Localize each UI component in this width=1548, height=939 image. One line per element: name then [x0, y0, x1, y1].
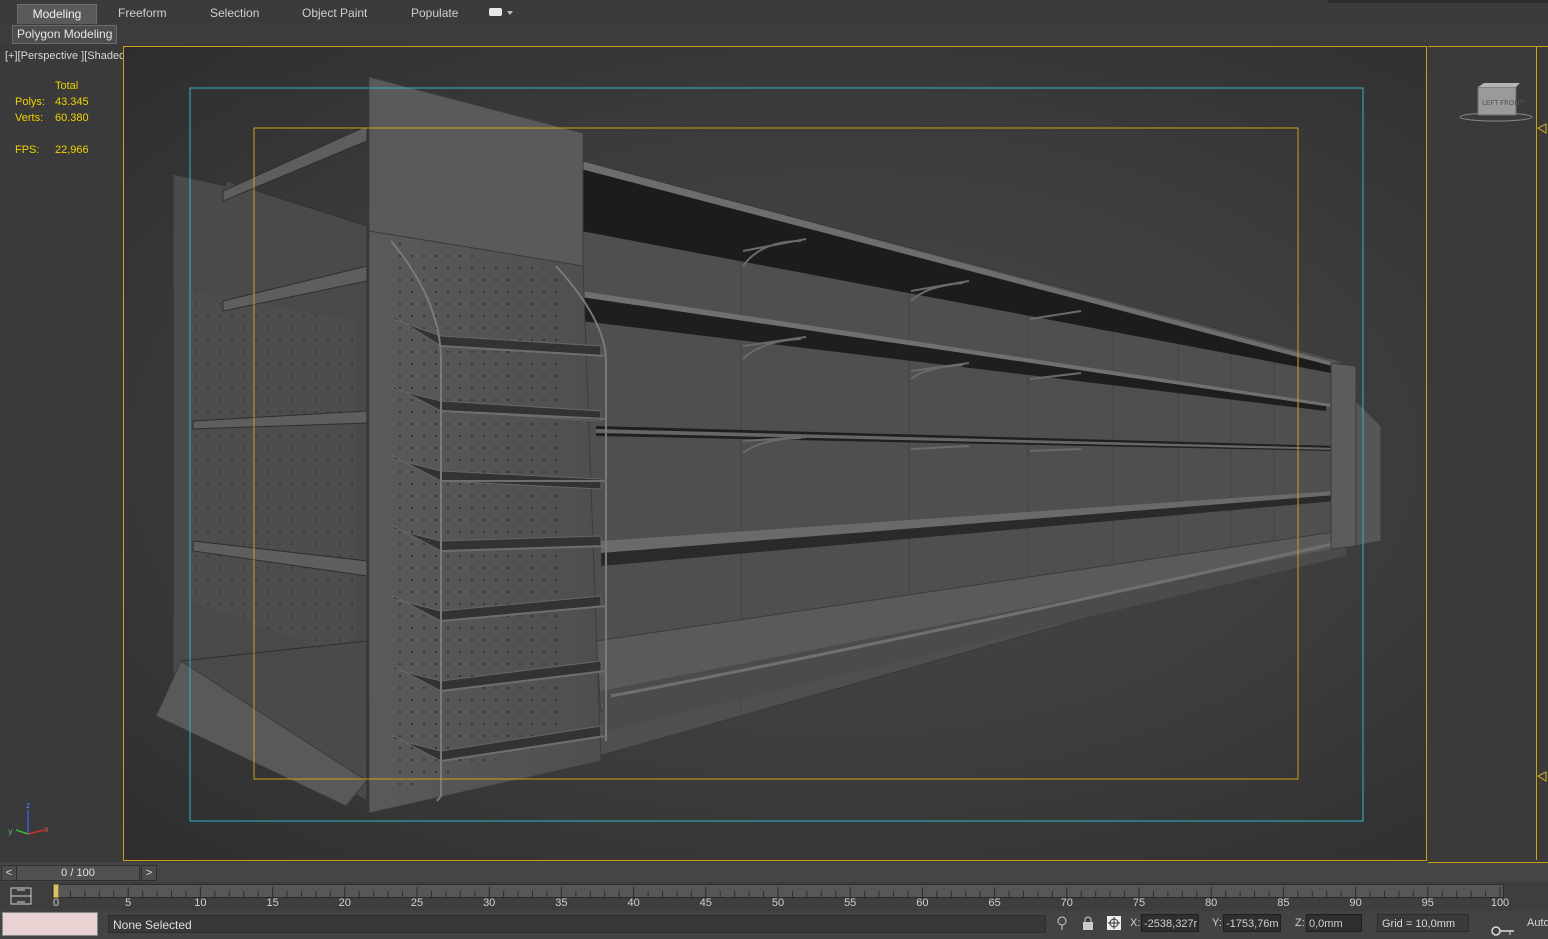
range-marker-bottom-icon [1536, 771, 1547, 782]
stats-polys-value: 43.345 [55, 96, 89, 108]
svg-text:FRONT: FRONT [1500, 99, 1525, 107]
ruler-tick-label: 60 [916, 897, 929, 909]
time-slider: < 0 / 100 > [0, 863, 1548, 881]
ribbon-sub-panel: Polygon Modeling [0, 24, 1548, 44]
stats-verts-label: Verts: [15, 112, 44, 124]
svg-text:LEFT: LEFT [1482, 99, 1499, 107]
ruler-tick-label: 0 [52, 897, 60, 909]
ruler-tick-label: 70 [1060, 897, 1073, 909]
stats-polys-label: Polys: [15, 96, 45, 108]
z-coord-label: Z: [1295, 917, 1305, 929]
curve-editor-icon[interactable] [9, 886, 33, 906]
y-coord-label: Y: [1212, 917, 1222, 929]
ruler-tick-label: 65 [988, 897, 1001, 909]
ruler-tick-label: 90 [1349, 897, 1362, 909]
ruler-tick-label: 25 [410, 897, 424, 909]
viewport-label: [+][Perspective ][Shaded ] [5, 50, 131, 62]
x-coord-label: X: [1130, 917, 1141, 929]
stats-verts-value: 60.380 [55, 112, 89, 124]
track-bar: 0 5 10 15 20 25 30 35 40 45 50 55 60 65 70 75 80 85 90 95 10… [0, 882, 1548, 911]
ruler-tick-label: 45 [699, 897, 712, 909]
svg-text:x: x [44, 825, 49, 834]
viewport-border-line [1536, 47, 1537, 860]
viewcube-icon[interactable]: LEFT FRONT [1458, 81, 1534, 123]
tab-modeling[interactable]: Modeling [17, 4, 97, 24]
axis-tripod-icon: z x y [8, 801, 49, 836]
shelf-model-render [155, 76, 1382, 822]
time-slider-thumb[interactable]: 0 / 100 [16, 865, 140, 881]
stats-fps-label: FPS: [15, 144, 40, 156]
viewport-right-strip: LEFT FRONT [1428, 46, 1548, 863]
ribbon-options-dropdown[interactable] [489, 8, 513, 18]
stats-total-label: Total [55, 80, 79, 92]
time-slider-prev-button[interactable]: < [1, 865, 17, 881]
lock-icon[interactable] [1080, 915, 1096, 931]
ruler-tick-label: 75 [1132, 897, 1146, 909]
x-coord-field[interactable]: -2538,327r [1141, 914, 1199, 932]
ruler-tick-label: 10 [194, 897, 207, 909]
range-marker-top-icon [1536, 123, 1547, 134]
ruler-tick-label: 80 [1205, 897, 1218, 909]
tab-object-paint[interactable]: Object Paint [294, 4, 375, 23]
z-coord-field[interactable]: 0,0mm [1306, 914, 1362, 932]
tab-selection[interactable]: Selection [202, 4, 267, 23]
key-icon[interactable] [1490, 925, 1516, 937]
absolute-mode-icon[interactable] [1106, 915, 1122, 931]
tab-freeform[interactable]: Freeform [110, 4, 175, 23]
ribbon-tabs: Modeling Freeform Selection Object Paint… [0, 0, 1548, 25]
ribbon-top-edge [1328, 0, 1548, 3]
viewport-menu-plus[interactable]: [+] [5, 50, 18, 62]
svg-text:y: y [8, 827, 13, 836]
auto-key-button[interactable]: Auto [1527, 917, 1548, 929]
track-bar-playhead[interactable] [53, 884, 59, 898]
isolate-selection-icon[interactable] [1054, 915, 1070, 931]
ruler-tick-label: 35 [555, 897, 568, 909]
grid-size-display: Grid = 10,0mm [1377, 914, 1469, 932]
ruler-tick-label: 55 [844, 897, 857, 909]
ruler-tick-label: 50 [771, 897, 785, 909]
ruler-tick-label: 95 [1421, 897, 1434, 909]
tab-populate[interactable]: Populate [403, 4, 466, 23]
track-bar-ruler[interactable]: 0 5 10 15 20 25 30 35 40 45 50 55 60 65 70 75 80 85 90 95 10… [52, 882, 1509, 911]
ruler-tick-label: 15 [266, 897, 279, 909]
y-coord-field[interactable]: -1753,76m [1223, 914, 1281, 932]
ribbon-options-icon [489, 8, 502, 16]
selection-prompt: None Selected [108, 915, 1046, 933]
ruler-tick-label: 85 [1277, 897, 1290, 909]
chevron-down-icon [507, 11, 513, 15]
ruler-tick-label: 40 [627, 897, 640, 909]
ruler-tick-label: 100 [1490, 897, 1510, 909]
ruler-tick-label: 20 [338, 897, 351, 909]
status-bar: None Selected X: -2538,327r Y: -1753,76m… [0, 911, 1548, 939]
time-slider-next-button[interactable]: > [141, 865, 157, 881]
svg-text:z: z [26, 801, 30, 810]
perspective-viewport[interactable] [123, 46, 1427, 861]
maxscript-listener[interactable] [2, 912, 98, 936]
polygon-modeling-button[interactable]: Polygon Modeling [12, 25, 118, 44]
stats-fps-value: 22,966 [55, 144, 89, 156]
ruler-tick-label: 5 [125, 897, 132, 909]
track-bar-track[interactable] [52, 884, 1504, 898]
ruler-tick-label: 30 [483, 897, 496, 909]
viewport-view-label[interactable]: [Perspective ] [18, 50, 85, 62]
